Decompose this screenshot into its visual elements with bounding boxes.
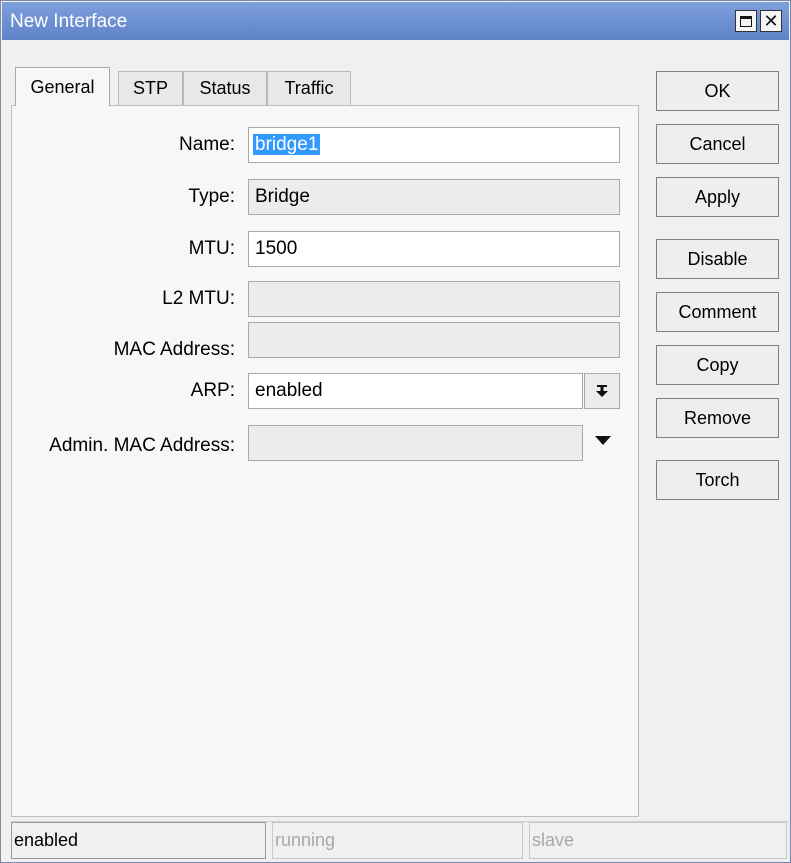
title-bar[interactable]: New Interface ✕ (2, 2, 789, 40)
l2mtu-label: L2 MTU: (162, 288, 235, 309)
arp-label: ARP: (190, 380, 235, 401)
new-interface-window: New Interface ✕ General STP Status Traff… (0, 0, 791, 863)
cancel-button[interactable]: Cancel (656, 124, 779, 164)
apply-button[interactable]: Apply (656, 177, 779, 217)
type-field: Bridge (248, 179, 620, 215)
maximize-button[interactable] (735, 10, 757, 32)
l2mtu-field (248, 281, 620, 317)
name-value: bridge1 (253, 134, 321, 155)
tab-stp[interactable]: STP (118, 71, 183, 105)
admin-mac-field[interactable] (248, 425, 583, 461)
tab-status[interactable]: Status (183, 71, 267, 105)
mac-address-field (248, 322, 620, 358)
arrow-down-bar-icon (596, 385, 608, 397)
tab-traffic[interactable]: Traffic (267, 71, 351, 105)
maximize-icon (740, 15, 752, 27)
tab-general[interactable]: General (15, 67, 110, 106)
status-running: running (272, 822, 523, 859)
type-label: Type: (188, 186, 235, 207)
admin-mac-label: Admin. MAC Address: (49, 435, 235, 456)
arp-select[interactable]: enabled (248, 373, 583, 409)
comment-button[interactable]: Comment (656, 292, 779, 332)
status-slave: slave (529, 822, 787, 859)
ok-button[interactable]: OK (656, 71, 779, 111)
close-icon: ✕ (763, 11, 779, 31)
status-bar: enabled running slave (11, 821, 789, 861)
close-button[interactable]: ✕ (760, 10, 782, 32)
mac-address-label: MAC Address: (113, 339, 235, 360)
name-field[interactable]: bridge1 (248, 127, 620, 163)
name-label: Name: (179, 134, 235, 155)
disable-button[interactable]: Disable (656, 239, 779, 279)
admin-mac-dropdown-icon[interactable] (594, 435, 612, 447)
torch-button[interactable]: Torch (656, 460, 779, 500)
mtu-field[interactable]: 1500 (248, 231, 620, 267)
status-enabled: enabled (11, 822, 266, 859)
arp-dropdown-button[interactable] (584, 373, 620, 409)
window-title: New Interface (10, 11, 128, 32)
mtu-label: MTU: (188, 238, 235, 259)
copy-button[interactable]: Copy (656, 345, 779, 385)
remove-button[interactable]: Remove (656, 398, 779, 438)
